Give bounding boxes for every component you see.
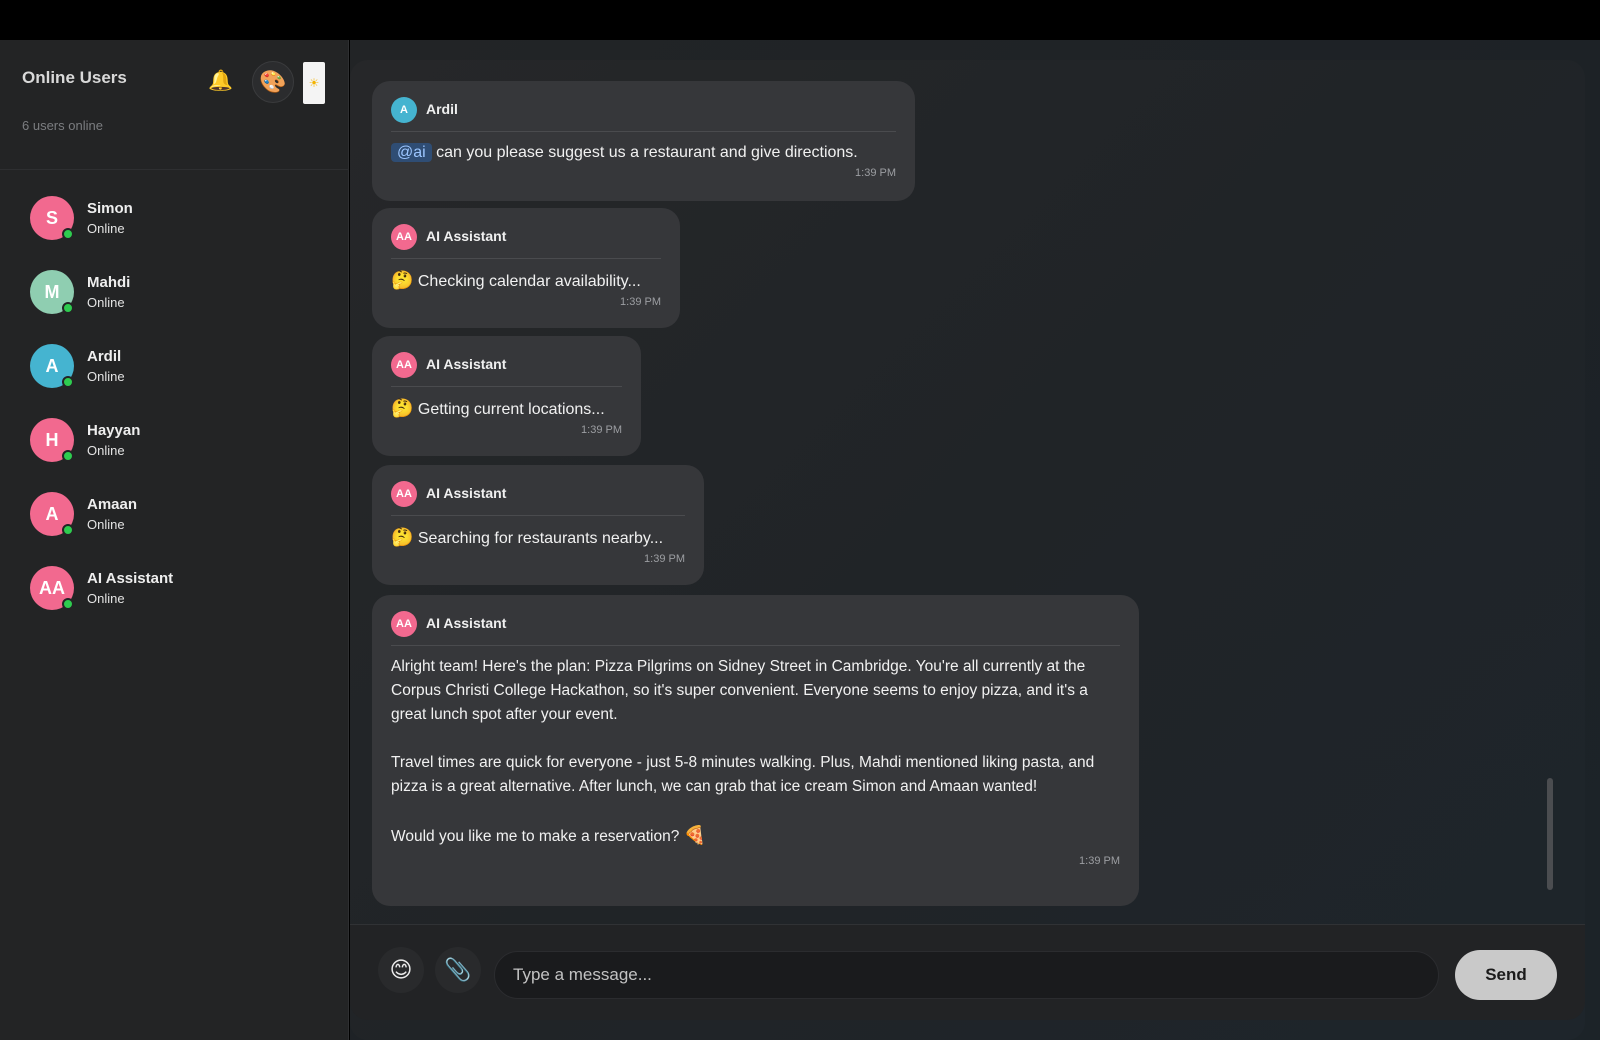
message-author: AI Assistant <box>426 615 507 631</box>
sidebar-title: Online Users <box>22 68 127 87</box>
message-list: A Ardil @ai can you please suggest us a … <box>350 60 1585 1040</box>
message-bubble: AA AI Assistant 🤔 Searching for restaura… <box>372 465 704 585</box>
user-status: Online <box>87 221 125 236</box>
list-item[interactable]: M Mahdi Online <box>0 264 349 338</box>
message-author: AI Assistant <box>426 485 507 501</box>
message-header: AA AI Assistant <box>391 465 685 516</box>
palette-icon[interactable]: 🎨 <box>252 61 294 103</box>
message-content: Checking calendar availability... <box>417 273 641 290</box>
bell-icon[interactable]: 🔔 <box>208 70 233 92</box>
chat-panel: A Ardil @ai can you please suggest us a … <box>350 40 1600 1040</box>
list-item[interactable]: S Simon Online <box>0 190 349 264</box>
chat-scrollbar[interactable] <box>1547 778 1553 890</box>
message-header: AA AI Assistant <box>391 595 1120 646</box>
message-paragraph: Travel times are quick for everyone - ju… <box>391 754 1095 795</box>
window-top-bar <box>0 0 1600 40</box>
thinking-face-icon: 🤔 <box>391 270 414 290</box>
send-button[interactable]: Send <box>1455 950 1557 1000</box>
avatar: AA <box>391 481 417 507</box>
message-time: 1:39 PM <box>855 167 896 179</box>
message-text: 🤔 Getting current locations... <box>391 387 622 422</box>
online-status-dot <box>62 598 74 610</box>
user-name: Simon <box>87 200 133 217</box>
message-text: Alright team! Here's the plan: Pizza Pil… <box>391 646 1120 849</box>
online-status-dot <box>62 450 74 462</box>
message-bubble: A Ardil @ai can you please suggest us a … <box>372 81 915 201</box>
message-composer: 😊 📎 Send <box>350 924 1585 1020</box>
list-item[interactable]: H Hayyan Online <box>0 412 349 486</box>
user-status: Online <box>87 443 125 458</box>
list-item[interactable]: AA AI Assistant Online <box>0 560 349 634</box>
online-status-dot <box>62 302 74 314</box>
message-header: AA AI Assistant <box>391 336 622 387</box>
message-time: 1:39 PM <box>644 553 685 565</box>
avatar: A <box>391 97 417 123</box>
thinking-face-icon: 🤔 <box>391 527 414 547</box>
user-name: Ardil <box>87 348 122 365</box>
message-content: Searching for restaurants nearby... <box>417 530 664 547</box>
online-count: 6 users online <box>22 118 103 133</box>
message-header: A Ardil <box>391 81 896 132</box>
message-header: AA AI Assistant <box>391 208 661 259</box>
ai-mention: @ai <box>391 143 432 162</box>
user-status: Online <box>87 591 125 606</box>
message-author: AI Assistant <box>426 228 507 244</box>
message-paragraph: Alright team! Here's the plan: Pizza Pil… <box>391 658 1088 723</box>
message-author: AI Assistant <box>426 356 507 372</box>
user-name: AI Assistant <box>87 570 174 587</box>
pizza-icon: 🍕 <box>683 825 707 845</box>
online-users-sidebar: Online Users 6 users online 🔔 🎨 ☀ S Simo… <box>0 40 349 1040</box>
message-text: @ai can you please suggest us a restaura… <box>391 132 896 165</box>
avatar: AA <box>391 611 417 637</box>
online-status-dot <box>62 228 74 240</box>
user-name: Amaan <box>87 496 138 513</box>
message-content: Would you like me to make a reservation? <box>391 828 680 845</box>
avatar: AA <box>391 224 417 250</box>
message-bubble: AA AI Assistant Alright team! Here's the… <box>372 595 1139 906</box>
user-status: Online <box>87 517 125 532</box>
thinking-face-icon: 🤔 <box>391 398 414 418</box>
avatar: AA <box>391 352 417 378</box>
message-time: 1:39 PM <box>581 424 622 436</box>
message-content: can you please suggest us a restaurant a… <box>436 144 858 161</box>
user-status: Online <box>87 369 125 384</box>
message-input[interactable] <box>494 951 1439 999</box>
message-text: 🤔 Searching for restaurants nearby... <box>391 516 685 551</box>
list-item[interactable]: A Amaan Online <box>0 486 349 560</box>
smiley-icon[interactable]: 😊 <box>378 947 424 993</box>
sidebar-header: Online Users 6 users online 🔔 🎨 ☀ <box>0 40 349 170</box>
message-paragraph: Would you like me to make a reservation?… <box>391 823 1120 849</box>
message-bubble: AA AI Assistant 🤔 Getting current locati… <box>372 336 641 456</box>
message-bubble: AA AI Assistant 🤔 Checking calendar avai… <box>372 208 680 328</box>
message-author: Ardil <box>426 101 458 117</box>
user-list: S Simon Online M Mahdi Online A Ardil On… <box>0 190 349 634</box>
paperclip-icon[interactable]: 📎 <box>435 947 481 993</box>
message-text: 🤔 Checking calendar availability... <box>391 259 661 294</box>
user-name: Mahdi <box>87 274 131 291</box>
sun-icon[interactable]: ☀ <box>303 62 325 104</box>
user-name: Hayyan <box>87 422 141 439</box>
list-item[interactable]: A Ardil Online <box>0 338 349 412</box>
message-time: 1:39 PM <box>1079 855 1120 867</box>
online-status-dot <box>62 524 74 536</box>
user-status: Online <box>87 295 125 310</box>
message-time: 1:39 PM <box>620 296 661 308</box>
message-content: Getting current locations... <box>417 401 605 418</box>
online-status-dot <box>62 376 74 388</box>
